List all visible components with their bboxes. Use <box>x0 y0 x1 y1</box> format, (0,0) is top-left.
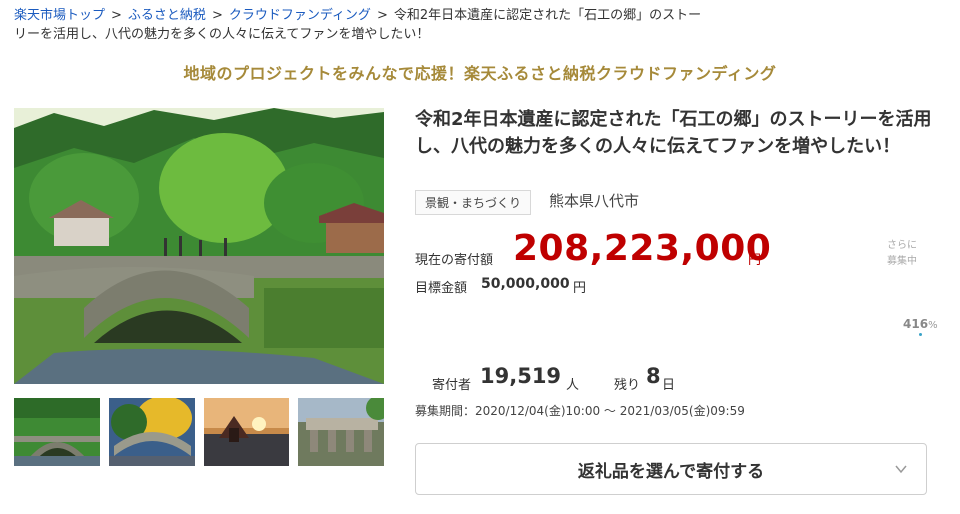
project-location: 熊本県八代市 <box>549 192 640 210</box>
thumbnail-ginkgo-bridge[interactable] <box>108 398 195 466</box>
current-amount-label: 現在の寄付額 <box>415 253 494 268</box>
select-gift-donate-button[interactable]: 返礼品を選んで寄付する <box>415 443 927 495</box>
still-recruiting-label: さらに 募集中 <box>872 238 932 270</box>
donors-label: 寄付者 <box>432 378 472 393</box>
recruitment-period: 募集期間：2020/12/04(金)10:00 ～ 2021/03/05(金)0… <box>415 404 745 418</box>
current-amount-value: 208,223,000 <box>513 228 772 269</box>
select-gift-donate-label: 返礼品を選んで寄付する <box>577 461 765 482</box>
campaign-banner: 地域のプロジェクトをみんなで応援！楽天ふるさと納税クラウドファンディング <box>183 64 777 83</box>
progress-indicator-dot <box>919 333 922 336</box>
breadcrumb-separator: > <box>211 8 223 23</box>
current-amount-unit: 円 <box>748 253 762 268</box>
category-tag[interactable]: 景観・まちづくり <box>415 190 532 215</box>
thumbnail-strip <box>14 398 384 466</box>
thumbnail-stone-structure[interactable] <box>298 398 384 466</box>
target-amount-unit: 円 <box>573 281 587 296</box>
remaining-days-label: 残り <box>614 378 641 393</box>
thumbnail-sunset[interactable] <box>203 398 290 466</box>
main-project-photo <box>14 108 384 384</box>
still-recruiting-line2: 募集中 <box>887 256 917 267</box>
remaining-days-value: 8 <box>646 364 661 388</box>
donors-unit: 人 <box>566 378 580 393</box>
thumbnail-bridge[interactable] <box>14 398 100 466</box>
achievement-percent-unit: % <box>928 320 938 331</box>
breadcrumb-link-crowdfunding[interactable]: クラウドファンディング <box>229 8 371 23</box>
achievement-percent: 416% <box>903 317 938 331</box>
project-title: 令和2年日本遺産に認定された「石工の郷」のストーリーを活用し、八代の魅力を多くの… <box>415 109 932 157</box>
target-amount-label: 目標金額 <box>415 281 468 296</box>
breadcrumb-link-furusato[interactable]: ふるさと納税 <box>128 8 206 23</box>
breadcrumb-link-rakuten-top[interactable]: 楽天市場トップ <box>14 8 105 23</box>
donors-count: 19,519 <box>480 364 562 388</box>
chevron-down-icon <box>895 465 907 474</box>
achievement-percent-value: 416 <box>903 317 929 331</box>
remaining-days-unit: 日 <box>662 378 676 393</box>
still-recruiting-line1: さらに <box>887 240 917 251</box>
breadcrumb-separator: > <box>111 8 122 23</box>
breadcrumb: 楽天市場トップ > ふるさと納税 > クラウドファンディング > 令和2年日本遺産に認定され… <box>14 6 714 44</box>
breadcrumb-separator: > <box>376 8 388 23</box>
target-amount-value: 50,000,000 <box>481 276 570 292</box>
